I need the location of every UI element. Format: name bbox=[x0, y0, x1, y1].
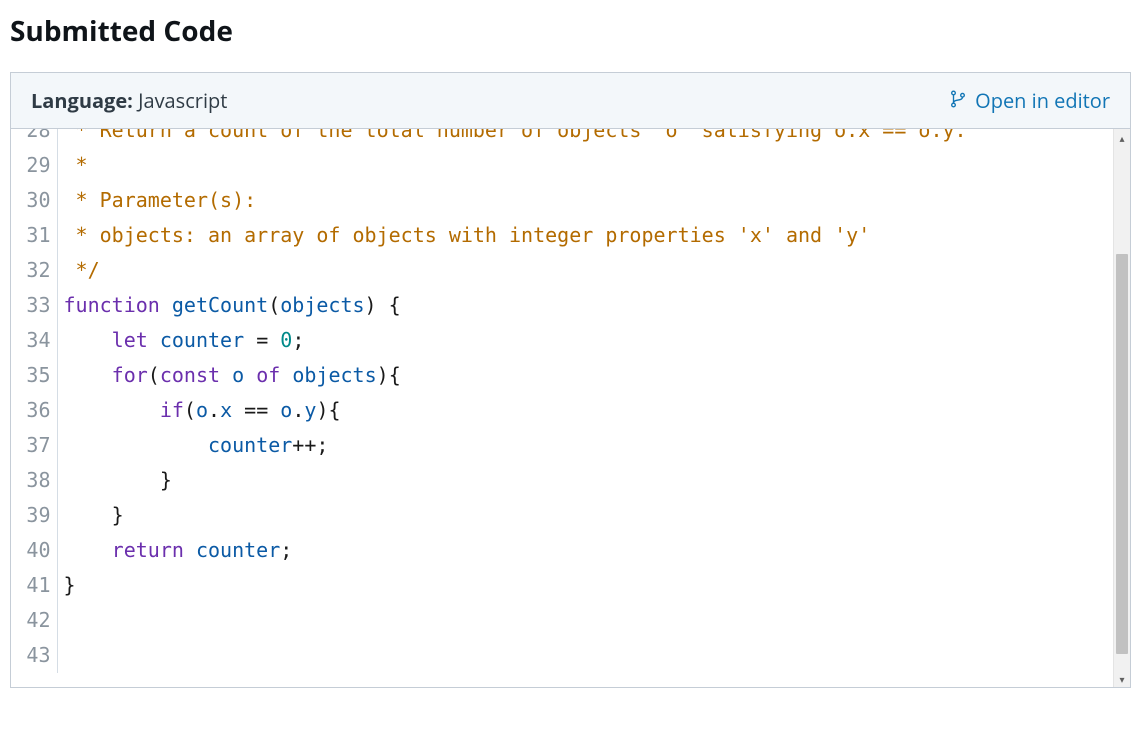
code-table: 28 * Return a count of the total number … bbox=[11, 129, 1113, 673]
line-number: 36 bbox=[11, 393, 57, 428]
scroll-down-button[interactable]: ▾ bbox=[1114, 670, 1130, 687]
code-content: * Parameter(s): bbox=[57, 183, 1113, 218]
code-content: let counter = 0; bbox=[57, 323, 1113, 358]
open-in-editor-label: Open in editor bbox=[975, 87, 1110, 114]
line-number: 40 bbox=[11, 533, 57, 568]
branch-icon bbox=[949, 87, 967, 114]
code-line: 38 } bbox=[11, 463, 1113, 498]
code-line: 34 let counter = 0; bbox=[11, 323, 1113, 358]
code-viewport[interactable]: 28 * Return a count of the total number … bbox=[11, 129, 1113, 687]
language-label: Language: bbox=[31, 87, 133, 114]
code-line: 30 * Parameter(s): bbox=[11, 183, 1113, 218]
code-line: 29 * bbox=[11, 148, 1113, 183]
code-content: } bbox=[57, 568, 1113, 603]
code-content: * objects: an array of objects with inte… bbox=[57, 218, 1113, 253]
line-number: 35 bbox=[11, 358, 57, 393]
panel-header: Language: Javascript Open in editor bbox=[11, 73, 1130, 129]
line-number: 33 bbox=[11, 288, 57, 323]
line-number: 41 bbox=[11, 568, 57, 603]
code-panel: Language: Javascript Open in editor 28 *… bbox=[10, 72, 1131, 688]
code-content: return counter; bbox=[57, 533, 1113, 568]
code-line: 36 if(o.x == o.y){ bbox=[11, 393, 1113, 428]
code-content: */ bbox=[57, 253, 1113, 288]
line-number: 38 bbox=[11, 463, 57, 498]
code-line: 32 */ bbox=[11, 253, 1113, 288]
scrollbar-thumb[interactable] bbox=[1116, 254, 1128, 654]
code-content: * bbox=[57, 148, 1113, 183]
code-content: * Return a count of the total number of … bbox=[57, 129, 1113, 148]
line-number: 29 bbox=[11, 148, 57, 183]
open-in-editor-link[interactable]: Open in editor bbox=[949, 87, 1110, 114]
scrollbar-track[interactable] bbox=[1114, 146, 1130, 670]
code-content bbox=[57, 603, 1113, 638]
line-number: 28 bbox=[11, 129, 57, 148]
code-content: function getCount(objects) { bbox=[57, 288, 1113, 323]
code-line: 33function getCount(objects) { bbox=[11, 288, 1113, 323]
scroll-up-button[interactable]: ▴ bbox=[1114, 129, 1130, 146]
code-line: 41} bbox=[11, 568, 1113, 603]
language-value: Javascript bbox=[138, 87, 227, 114]
code-line: 42 bbox=[11, 603, 1113, 638]
line-number: 43 bbox=[11, 638, 57, 673]
line-number: 31 bbox=[11, 218, 57, 253]
line-number: 34 bbox=[11, 323, 57, 358]
line-number: 39 bbox=[11, 498, 57, 533]
code-area: 28 * Return a count of the total number … bbox=[11, 129, 1130, 687]
page-title: Submitted Code bbox=[10, 12, 1131, 50]
code-line: 28 * Return a count of the total number … bbox=[11, 129, 1113, 148]
code-line: 37 counter++; bbox=[11, 428, 1113, 463]
line-number: 42 bbox=[11, 603, 57, 638]
code-content: counter++; bbox=[57, 428, 1113, 463]
code-content: } bbox=[57, 463, 1113, 498]
code-line: 43 bbox=[11, 638, 1113, 673]
code-content: if(o.x == o.y){ bbox=[57, 393, 1113, 428]
code-line: 35 for(const o of objects){ bbox=[11, 358, 1113, 393]
line-number: 37 bbox=[11, 428, 57, 463]
code-content bbox=[57, 638, 1113, 673]
code-line: 40 return counter; bbox=[11, 533, 1113, 568]
code-content: } bbox=[57, 498, 1113, 533]
code-content: for(const o of objects){ bbox=[57, 358, 1113, 393]
line-number: 32 bbox=[11, 253, 57, 288]
language-block: Language: Javascript bbox=[31, 87, 227, 114]
code-line: 39 } bbox=[11, 498, 1113, 533]
vertical-scrollbar[interactable]: ▴ ▾ bbox=[1113, 129, 1130, 687]
code-line: 31 * objects: an array of objects with i… bbox=[11, 218, 1113, 253]
line-number: 30 bbox=[11, 183, 57, 218]
